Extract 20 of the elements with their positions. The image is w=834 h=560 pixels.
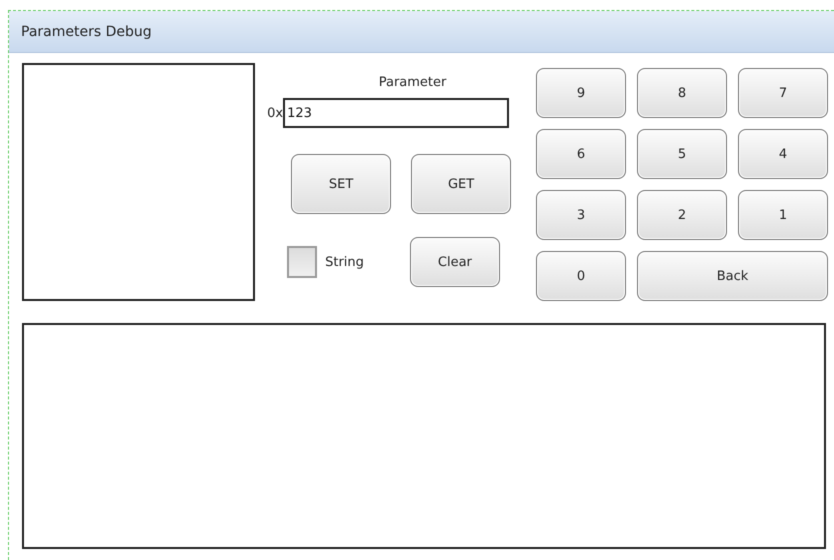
digit-key[interactable]: 7 [738,68,828,118]
string-checkbox[interactable] [287,246,318,278]
clear-button[interactable]: Clear [410,237,500,287]
digit-key[interactable]: 2 [637,190,727,240]
parameter-field[interactable]: 123 [283,98,510,128]
checkbox-label: String [325,254,364,270]
digit-key[interactable]: 1 [738,190,828,240]
digit-key[interactable]: 4 [738,129,828,179]
back-button[interactable]: Back [637,251,828,301]
digit-key[interactable]: 5 [637,129,727,179]
hex-prefix: 0x [267,106,284,120]
get-button[interactable]: GET [411,154,512,214]
digit-key[interactable]: 3 [536,190,626,240]
window-title: Parameters Debug [21,24,152,40]
digit-key[interactable]: 0 [536,251,626,301]
digit-key[interactable]: 9 [536,68,626,118]
parameter-label: Parameter [378,75,446,90]
digit-key[interactable]: 8 [637,68,727,118]
digit-key[interactable]: 6 [536,129,626,179]
set-button[interactable]: SET [291,154,392,214]
